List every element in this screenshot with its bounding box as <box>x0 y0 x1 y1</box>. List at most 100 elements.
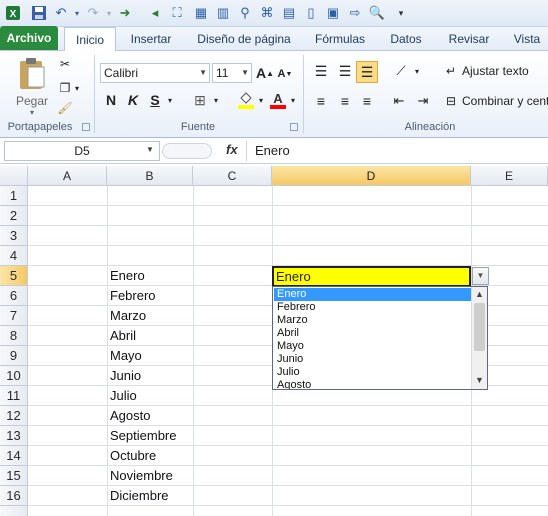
shrink-font-icon[interactable]: A ▼ <box>276 65 294 83</box>
cut-icon[interactable]: ✂ <box>56 55 74 73</box>
cell-b14[interactable]: Octubre <box>107 446 193 466</box>
font-launcher-icon[interactable] <box>290 123 298 131</box>
dropdown-option[interactable]: Febrero <box>274 301 471 314</box>
decrease-indent-icon[interactable]: ⇤ <box>388 91 410 111</box>
chevron-down-icon[interactable]: ▼ <box>146 145 154 154</box>
tab-formulas[interactable]: Fórmulas <box>306 27 374 51</box>
dropdown-option[interactable]: Junio <box>274 353 471 366</box>
grid-icon[interactable]: ▦ <box>192 4 210 22</box>
chevron-down-icon[interactable]: ▾ <box>288 91 298 109</box>
row-header[interactable]: 12 <box>0 406 28 426</box>
borders-icon[interactable]: ⊞ <box>190 91 210 109</box>
save-icon[interactable] <box>30 4 48 22</box>
chevron-down-icon[interactable]: ▾ <box>412 61 422 81</box>
cell-b16[interactable]: Diciembre <box>107 486 193 506</box>
cell-b10[interactable]: Junio <box>107 366 193 386</box>
dropdown-option[interactable]: Agosto <box>274 379 471 389</box>
cell-b5[interactable]: Enero <box>107 266 193 286</box>
form-icon[interactable]: ▣ <box>324 4 342 22</box>
formula-input[interactable]: Enero <box>255 143 290 158</box>
row-header[interactable]: 3 <box>0 226 28 246</box>
bold-button[interactable]: N <box>102 91 120 109</box>
preview-icon[interactable]: 🔍 <box>368 4 386 22</box>
row-header[interactable]: 10 <box>0 366 28 386</box>
row-header[interactable]: 7 <box>0 306 28 326</box>
row-header[interactable]: 1 <box>0 186 28 206</box>
row-header[interactable]: 15 <box>0 466 28 486</box>
row-header[interactable] <box>0 506 28 516</box>
align-top-icon[interactable]: ☰ <box>310 61 332 81</box>
merge-center-button[interactable]: Combinar y centr <box>462 93 548 109</box>
scrollbar-thumb[interactable] <box>474 303 485 351</box>
tab-page-layout[interactable]: Diseño de página <box>188 27 300 51</box>
row-header[interactable]: 5 <box>0 266 28 286</box>
cell-b7[interactable]: Marzo <box>107 306 193 326</box>
dropdown-option[interactable]: Abril <box>274 327 471 340</box>
font-size-combo[interactable]: 11 ▼ <box>212 63 252 83</box>
align-bottom-icon[interactable]: ☰ <box>356 61 378 83</box>
link-icon[interactable]: ⌘ <box>258 4 276 22</box>
tab-review[interactable]: Revisar <box>440 27 498 51</box>
validation-dropdown-button[interactable]: ▼ <box>472 267 489 285</box>
column-header-b[interactable]: B <box>107 166 193 186</box>
insert-function-button[interactable]: fx <box>226 142 238 157</box>
name-box[interactable]: D5 <box>4 141 160 161</box>
cell-b13[interactable]: Septiembre <box>107 426 193 446</box>
align-center-icon[interactable]: ≡ <box>334 91 356 111</box>
cell-b9[interactable]: Mayo <box>107 346 193 366</box>
chevron-down-icon[interactable]: ▾ <box>210 91 222 109</box>
row-header[interactable]: 6 <box>0 286 28 306</box>
validation-dropdown-list[interactable]: Enero Febrero Marzo Abril Mayo Junio Jul… <box>272 286 488 390</box>
wrap-text-button[interactable]: Ajustar texto <box>462 63 548 79</box>
column-header-c[interactable]: C <box>193 166 272 186</box>
chevron-down-icon[interactable]: ▾ <box>26 107 38 117</box>
tab-home[interactable]: Inicio <box>64 27 116 52</box>
tab-view[interactable]: Vista <box>506 27 548 51</box>
excel-logo-icon[interactable]: X <box>4 4 22 22</box>
row-header[interactable]: 8 <box>0 326 28 346</box>
chevron-up-icon[interactable]: ▲ <box>475 289 484 299</box>
font-color-icon[interactable]: A <box>268 89 288 111</box>
cell-b11[interactable]: Julio <box>107 386 193 406</box>
row-header[interactable]: 13 <box>0 426 28 446</box>
dropdown-scrollbar[interactable]: ▲ ▼ <box>471 287 487 389</box>
forward-icon[interactable]: ➜ <box>116 4 134 22</box>
tool-icon[interactable]: ⚲ <box>236 4 254 22</box>
columns-icon[interactable]: ▥ <box>214 4 232 22</box>
dropdown-option[interactable]: Enero <box>274 288 471 301</box>
grow-font-icon[interactable]: A ▲ <box>256 63 274 83</box>
row-header[interactable]: 4 <box>0 246 28 266</box>
align-middle-icon[interactable]: ☰ <box>334 61 356 81</box>
row-header[interactable]: 2 <box>0 206 28 226</box>
cell-b15[interactable]: Noviembre <box>107 466 193 486</box>
row-header[interactable]: 16 <box>0 486 28 506</box>
dropdown-option[interactable]: Marzo <box>274 314 471 327</box>
column-header-d[interactable]: D <box>272 166 471 186</box>
format-painter-icon[interactable]: 🖌 <box>56 99 74 117</box>
pages-icon[interactable]: ▯ <box>302 4 320 22</box>
dropdown-option[interactable]: Mayo <box>274 340 471 353</box>
active-cell-d5[interactable]: Enero <box>272 266 471 287</box>
wrap-text-icon[interactable]: ↵ <box>442 63 460 79</box>
dropdown-option[interactable]: Julio <box>274 366 471 379</box>
row-header[interactable]: 9 <box>0 346 28 366</box>
cell-b8[interactable]: Abril <box>107 326 193 346</box>
fit-icon[interactable]: ⛶ <box>168 4 186 22</box>
orientation-icon[interactable]: ⟋ <box>390 61 412 81</box>
paste-icon[interactable] <box>10 55 54 95</box>
clipboard-launcher-icon[interactable] <box>82 123 90 131</box>
increase-indent-icon[interactable]: ⇥ <box>412 91 434 111</box>
tab-file[interactable]: Archivo <box>0 26 58 50</box>
cell-b6[interactable]: Febrero <box>107 286 193 306</box>
font-name-combo[interactable]: Calibri ▼ <box>100 63 210 83</box>
arrow-right-icon[interactable]: ⇨ <box>346 4 364 22</box>
row-header[interactable]: 14 <box>0 446 28 466</box>
column-header-a[interactable]: A <box>28 166 107 186</box>
chevron-down-icon[interactable]: ▾ <box>164 91 176 109</box>
fill-color-icon[interactable] <box>236 89 256 111</box>
formula-bar-splitter[interactable] <box>162 143 212 159</box>
align-left-icon[interactable]: ≡ <box>310 91 332 111</box>
chevron-down-icon[interactable]: ▾ <box>72 79 82 97</box>
underline-button[interactable]: S <box>146 91 164 109</box>
cell-b12[interactable]: Agosto <box>107 406 193 426</box>
